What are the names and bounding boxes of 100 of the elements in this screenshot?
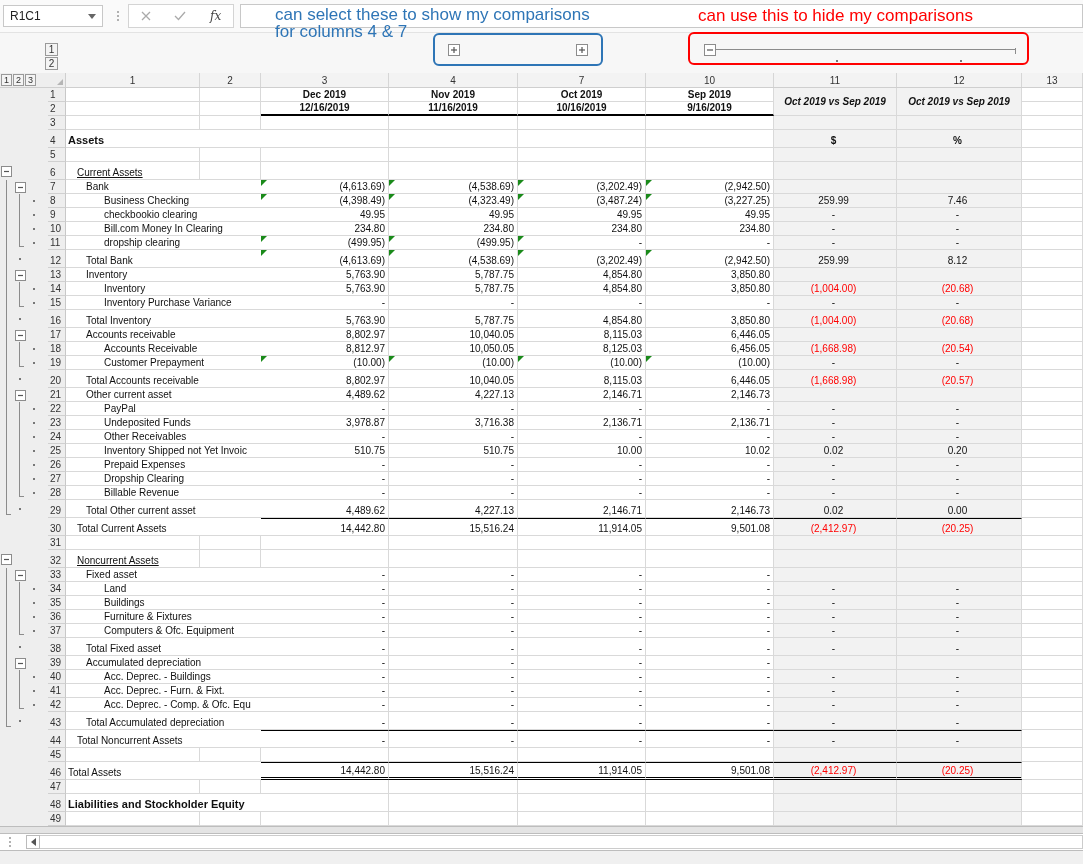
row-number[interactable]: 48 [48, 794, 66, 812]
error-indicator-icon[interactable] [518, 194, 524, 200]
error-indicator-icon[interactable] [389, 180, 395, 186]
row-number[interactable]: 17 [48, 328, 66, 342]
outline-level-button[interactable]: 3 [25, 74, 36, 86]
column-header[interactable]: 4 [389, 73, 518, 87]
name-box[interactable]: R1C1 [3, 5, 103, 27]
row-number[interactable]: 28 [48, 486, 66, 500]
column-header[interactable]: 10 [646, 73, 774, 87]
row-number[interactable]: 27 [48, 472, 66, 486]
error-indicator-icon[interactable] [389, 250, 395, 256]
row-number[interactable]: 9 [48, 208, 66, 222]
cancel-icon[interactable] [140, 11, 151, 21]
collapse-button[interactable] [14, 657, 26, 669]
collapse-button[interactable] [1, 165, 12, 177]
row-number[interactable]: 33 [48, 568, 66, 582]
error-indicator-icon[interactable] [261, 180, 267, 186]
outline-level-button[interactable]: 2 [45, 57, 58, 70]
row-number[interactable]: 47 [48, 780, 66, 794]
row-number[interactable]: 30 [48, 518, 66, 536]
table-cell: 6,446.05 [646, 328, 774, 342]
row-number[interactable]: 4 [48, 130, 66, 148]
outline-level-button[interactable]: 2 [13, 74, 24, 86]
row-number[interactable]: 25 [48, 444, 66, 458]
error-indicator-icon[interactable] [646, 250, 652, 256]
row-number[interactable]: 37 [48, 624, 66, 638]
row-number[interactable]: 44 [48, 730, 66, 748]
row-number[interactable]: 46 [48, 762, 66, 780]
collapse-button[interactable] [1, 553, 12, 565]
row-number[interactable]: 43 [48, 712, 66, 730]
error-indicator-icon[interactable] [646, 194, 652, 200]
row-number[interactable]: 13 [48, 268, 66, 282]
row-number[interactable]: 7 [48, 180, 66, 194]
row-number[interactable]: 31 [48, 536, 66, 550]
collapse-button[interactable] [704, 44, 716, 56]
row-number[interactable]: 29 [48, 500, 66, 518]
row-number[interactable]: 16 [48, 310, 66, 328]
row-number[interactable]: 5 [48, 148, 66, 162]
row-number[interactable]: 49 [48, 812, 66, 826]
row-number[interactable]: 32 [48, 550, 66, 568]
dropdown-caret-icon[interactable] [88, 13, 96, 19]
error-indicator-icon[interactable] [261, 250, 267, 256]
row-number[interactable]: 6 [48, 162, 66, 180]
error-indicator-icon[interactable] [261, 356, 267, 362]
row-number[interactable]: 40 [48, 670, 66, 684]
row-number[interactable]: 3 [48, 116, 66, 130]
row-number[interactable]: 2 [48, 102, 66, 116]
row-number[interactable]: 15 [48, 296, 66, 310]
row-number[interactable]: 12 [48, 250, 66, 268]
error-indicator-icon[interactable] [518, 250, 524, 256]
row-number[interactable]: 8 [48, 194, 66, 208]
error-indicator-icon[interactable] [518, 356, 524, 362]
row-number[interactable]: 1 [48, 88, 66, 102]
column-header[interactable]: 3 [261, 73, 389, 87]
row-number[interactable]: 10 [48, 222, 66, 236]
column-header[interactable]: 2 [200, 73, 261, 87]
row-number[interactable]: 24 [48, 430, 66, 444]
column-header[interactable]: 13 [1022, 73, 1083, 87]
expand-button[interactable] [447, 44, 460, 56]
error-indicator-icon[interactable] [261, 236, 267, 242]
row-number[interactable]: 39 [48, 656, 66, 670]
row-number[interactable]: 41 [48, 684, 66, 698]
outline-level-button[interactable]: 1 [1, 74, 12, 86]
column-header[interactable]: 1 [66, 73, 200, 87]
row-number[interactable]: 19 [48, 356, 66, 370]
error-indicator-icon[interactable] [518, 236, 524, 242]
row-number[interactable]: 23 [48, 416, 66, 430]
insert-function-button[interactable]: fx [210, 9, 222, 23]
collapse-button[interactable] [14, 329, 26, 341]
error-indicator-icon[interactable] [389, 236, 395, 242]
row-number[interactable]: 36 [48, 610, 66, 624]
collapse-button[interactable] [14, 181, 26, 193]
error-indicator-icon[interactable] [389, 356, 395, 362]
error-indicator-icon[interactable] [518, 180, 524, 186]
error-indicator-icon[interactable] [646, 356, 652, 362]
row-number[interactable]: 26 [48, 458, 66, 472]
column-header[interactable]: 12 [897, 73, 1022, 87]
collapse-button[interactable] [14, 569, 26, 581]
row-number[interactable]: 42 [48, 698, 66, 712]
expand-button[interactable] [576, 44, 588, 56]
row-number[interactable]: 18 [48, 342, 66, 356]
scroll-left-button[interactable] [26, 835, 40, 849]
collapse-button[interactable] [14, 389, 26, 401]
check-icon[interactable] [174, 11, 187, 21]
column-header[interactable]: 11 [774, 73, 897, 87]
row-number[interactable]: 22 [48, 402, 66, 416]
collapse-button[interactable] [14, 269, 26, 281]
row-number[interactable]: 21 [48, 388, 66, 402]
row-number[interactable]: 38 [48, 638, 66, 656]
row-number[interactable]: 45 [48, 748, 66, 762]
row-number[interactable]: 11 [48, 236, 66, 250]
row-number[interactable]: 14 [48, 282, 66, 296]
outline-level-button[interactable]: 1 [45, 43, 58, 56]
error-indicator-icon[interactable] [646, 180, 652, 186]
column-header[interactable]: 7 [518, 73, 646, 87]
error-indicator-icon[interactable] [389, 194, 395, 200]
row-number[interactable]: 35 [48, 596, 66, 610]
error-indicator-icon[interactable] [261, 194, 267, 200]
row-number[interactable]: 34 [48, 582, 66, 596]
row-number[interactable]: 20 [48, 370, 66, 388]
